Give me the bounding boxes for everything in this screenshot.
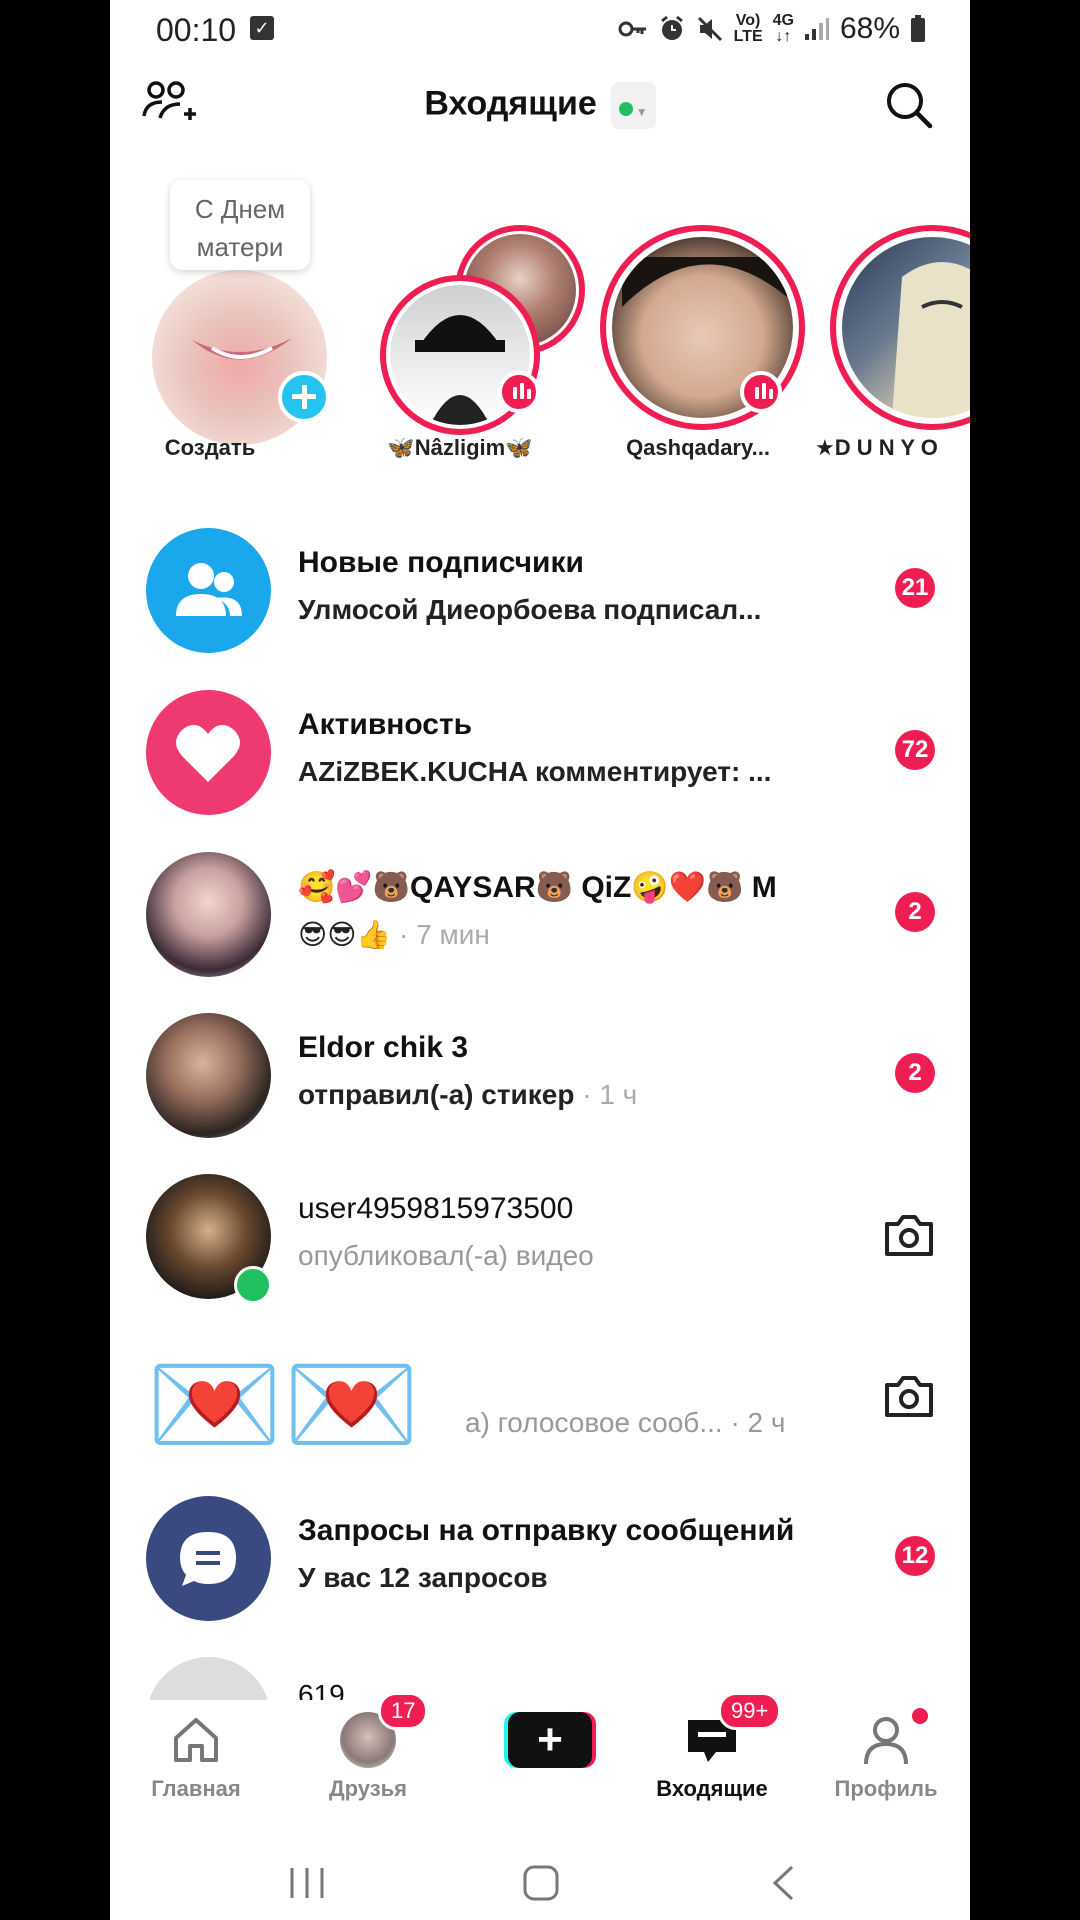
- status-bar: 00:10 ✓ Vo) LTE 4G ↓↑ 68%: [110, 0, 970, 60]
- recent-apps-icon[interactable]: [288, 1866, 326, 1900]
- nav-label: Профиль: [834, 1776, 938, 1801]
- list-item-subtitle: отправил(-а) стикер · 1 ч: [298, 1079, 638, 1110]
- list-item-title: Активность: [298, 708, 473, 741]
- online-dot-icon: [234, 1266, 272, 1304]
- heart-icon: [146, 690, 271, 815]
- unread-badge: 21: [895, 568, 935, 608]
- page-title[interactable]: Входящие ▼: [110, 82, 970, 129]
- avatar: [146, 1013, 271, 1138]
- inbox-badge: 99+: [718, 1692, 782, 1730]
- unread-badge: 2: [895, 892, 935, 932]
- story-name: ★D U N Y O: [815, 435, 938, 460]
- battery-icon: [911, 15, 925, 42]
- live-icon: [740, 371, 782, 413]
- unread-badge: 72: [895, 730, 935, 770]
- inbox-header: Входящие ▼: [110, 70, 970, 140]
- system-nav-bar: [110, 1820, 970, 1920]
- list-item-new-followers[interactable]: Новые подписчики Улмосой Диеорбоева подп…: [110, 528, 970, 678]
- key-icon: [618, 21, 646, 37]
- list-item-time: · 1 ч: [574, 1079, 638, 1110]
- list-item-subtitle: опубликовал(-а) видео: [298, 1240, 594, 1271]
- list-item-subtitle: Улмосой Диеорбоева подписал...: [298, 594, 762, 625]
- list-item-subtitle: 😎😎👍 · 7 мин: [298, 919, 490, 950]
- nav-label: Главная: [151, 1776, 241, 1801]
- alarm-icon: [660, 15, 683, 40]
- list-item-title: 🥰💕🐻QAYSAR🐻 QiZ🤪❤️🐻 M: [298, 871, 777, 904]
- camera-icon[interactable]: [883, 1373, 935, 1419]
- friends-badge: 17: [378, 1692, 429, 1730]
- inbox-screen: 00:10 ✓ Vo) LTE 4G ↓↑ 68% Входящие ▼ Соз…: [110, 0, 970, 1920]
- bottom-nav: Главная 17 Друзья + 99+ Входящие Профиль: [110, 1692, 970, 1810]
- list-item-subtitle: У вас 12 запросов: [298, 1562, 548, 1593]
- notification-dot: [912, 1708, 928, 1724]
- live-icon: [498, 371, 540, 413]
- chat-bubble-icon: [146, 1496, 271, 1621]
- back-icon[interactable]: [770, 1864, 796, 1902]
- mute-icon: [697, 16, 722, 42]
- story-name: Qashqadary...: [626, 435, 770, 460]
- home-icon: [174, 1718, 218, 1762]
- network-type: 4G ↓↑: [772, 12, 794, 45]
- love-letter-sticker: 💌💌: [146, 1343, 420, 1466]
- nav-label: Входящие: [656, 1776, 768, 1801]
- nav-label: Друзья: [328, 1776, 408, 1801]
- camera-icon[interactable]: [883, 1212, 935, 1258]
- list-item-title: user4959815973500: [298, 1192, 574, 1225]
- chevron-down-icon: ▼: [635, 105, 648, 119]
- online-dot-icon: [618, 102, 633, 116]
- unread-badge: 2: [895, 1053, 935, 1093]
- list-item-subtitle: AZiZBEK.KUCHA комментирует: ...: [298, 756, 772, 787]
- list-item-chat[interactable]: Eldor chik 3 отправил(-а) стикер · 1 ч 2: [110, 1013, 970, 1163]
- profile-icon: [864, 1717, 908, 1765]
- list-item-chat[interactable]: user4959815973500 опубликовал(-а) видео: [110, 1174, 970, 1324]
- status-icons: Vo) LTE 4G ↓↑ 68%: [618, 12, 926, 46]
- home-button-icon[interactable]: [522, 1864, 560, 1902]
- plus-icon: +: [508, 1712, 592, 1768]
- list-item-chat[interactable]: 🥰💕🐻QAYSAR🐻 QiZ🤪❤️🐻 M 😎😎👍 · 7 мин 2: [110, 852, 970, 1002]
- list-item-time: · 7 мин: [391, 919, 490, 950]
- battery-percent: 68%: [839, 12, 900, 45]
- list-item-message-requests[interactable]: Запросы на отправку сообщений У вас 12 з…: [110, 1496, 970, 1646]
- followers-icon: [146, 528, 271, 653]
- list-item-title: Новые подписчики: [298, 546, 584, 579]
- search-icon[interactable]: [884, 80, 934, 130]
- add-story-icon[interactable]: [278, 371, 330, 423]
- story-name: Создать: [164, 435, 256, 460]
- list-item-time: · 2 ч: [722, 1407, 786, 1438]
- list-item-title: Eldor chik 3: [298, 1031, 469, 1064]
- checkbox-notification-icon: ✓: [250, 16, 274, 40]
- mothers-day-tooltip: С Днем матери: [170, 180, 310, 270]
- list-item-activity[interactable]: Активность AZiZBEK.KUCHA комментирует: .…: [110, 690, 970, 840]
- list-item-title: Запросы на отправку сообщений: [298, 1514, 795, 1547]
- list-item-subtitle: а) голосовое сооб... · 2 ч: [465, 1407, 786, 1438]
- signal-icon: [804, 18, 829, 40]
- avatar: [146, 852, 271, 977]
- unread-badge: 12: [895, 1536, 935, 1576]
- status-time: 00:10: [156, 12, 237, 48]
- list-item-chat[interactable]: 💌💌 а) голосовое сооб... · 2 ч: [110, 1335, 970, 1485]
- story-name: 🦋Nâzligim🦋: [387, 435, 533, 460]
- volte-icon: Vo) LTE: [733, 12, 763, 45]
- online-status-toggle[interactable]: ▼: [610, 82, 656, 129]
